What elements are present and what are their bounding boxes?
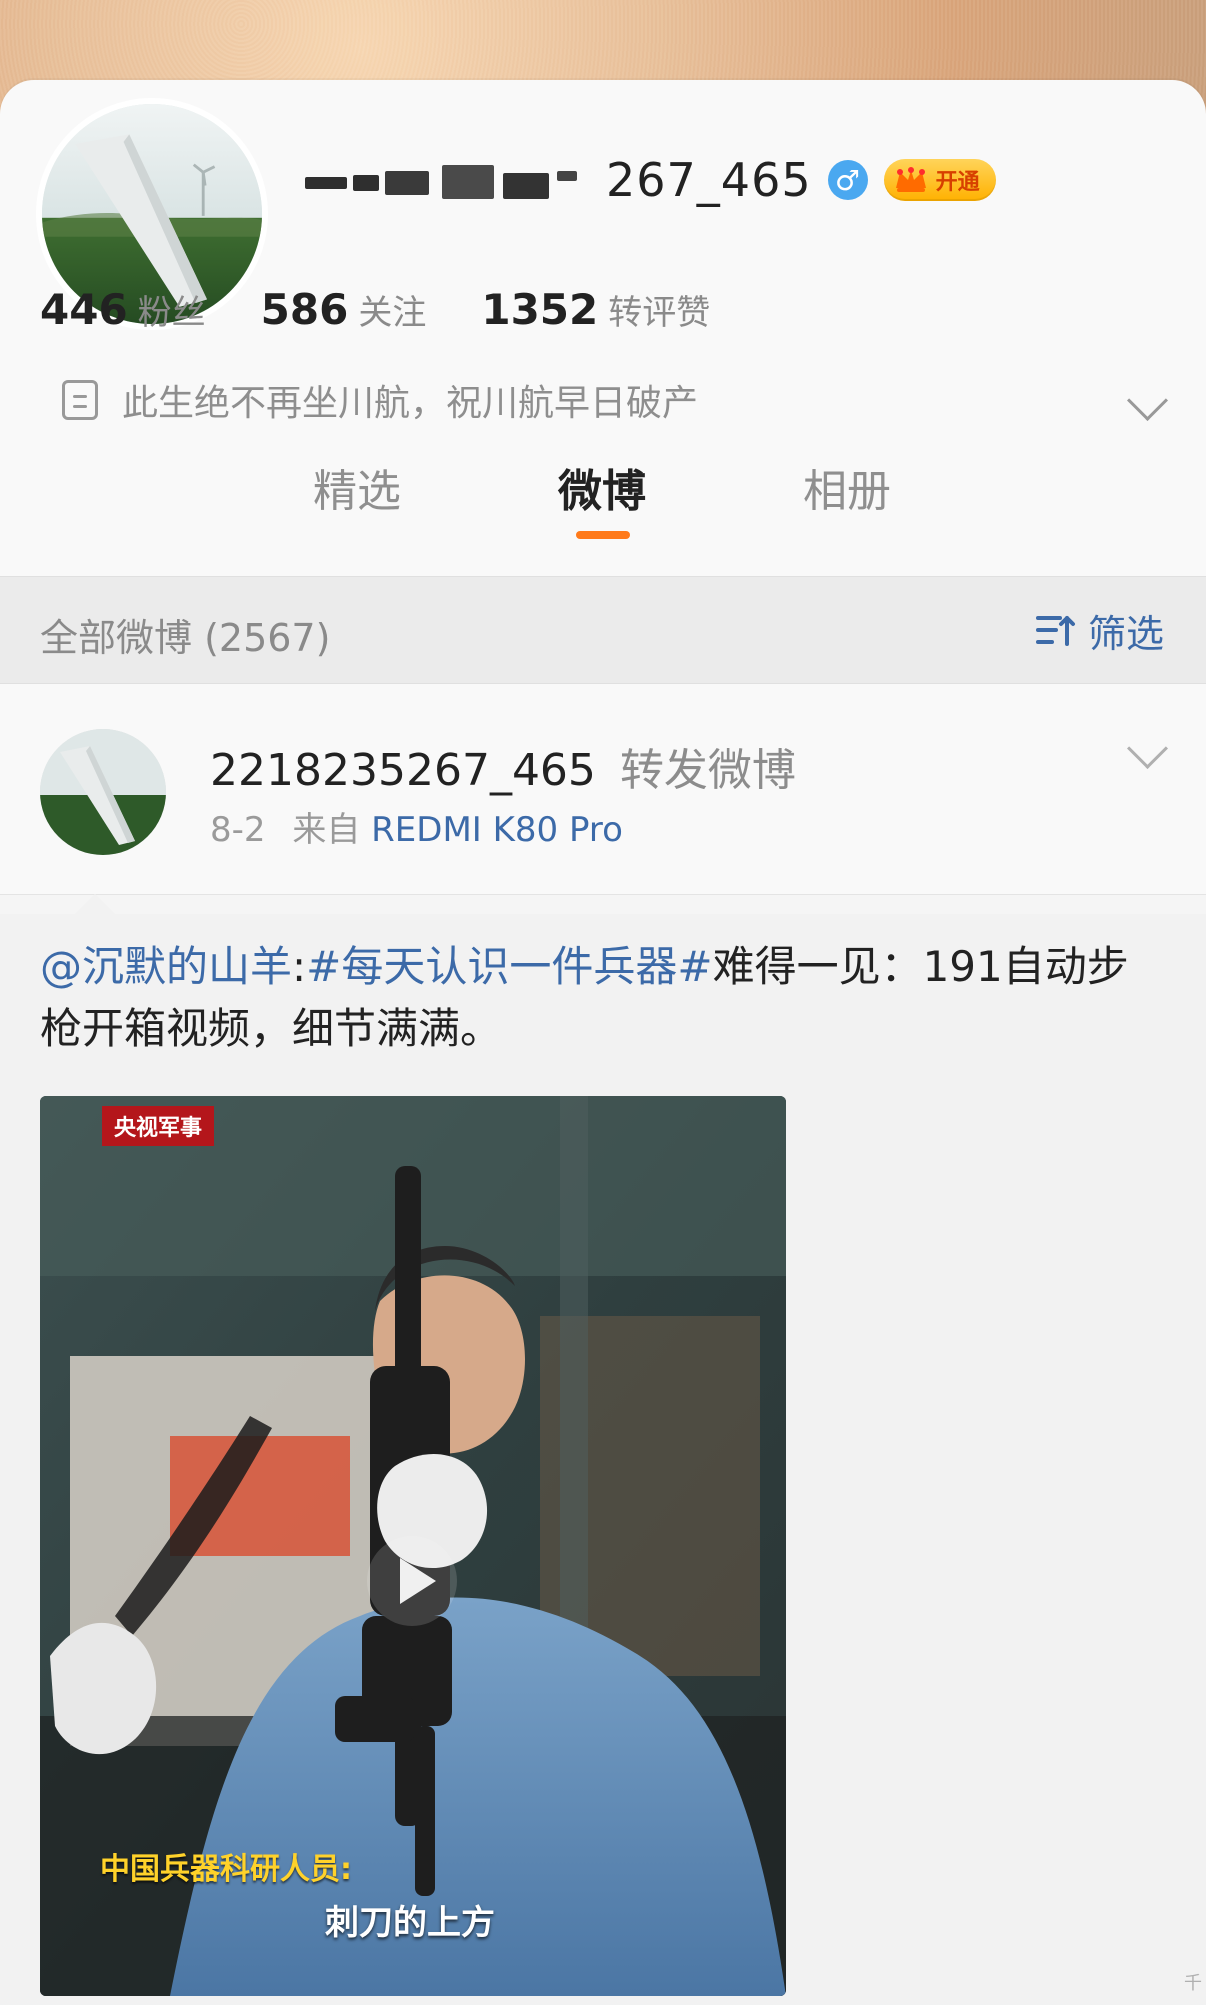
post-date: 8-2 [210,810,266,850]
obscured-name-segment [305,159,590,201]
profile-card: 267_465 ♂ 开通 446 粉丝 586 关注 1352 转评赞 此生绝不… [0,80,1206,576]
crown-icon [894,166,928,194]
video-logo: 央视军事 [102,1106,215,1146]
profile-name-suffix: 267_465 [606,153,812,207]
profile-tabs: 精选 微博 相册 [0,455,1206,540]
avatar-image-small [40,729,166,855]
play-icon[interactable] [367,1536,457,1626]
repost-text: @沉默的山羊:#每天认识一件兵器#难得一见：191自动步枪开箱视频，细节满满。 [40,936,1160,1060]
post-user-line: 2218235267_465 转发微博 [210,734,796,798]
interactions-stat[interactable]: 1352 转评赞 [481,285,710,334]
all-posts-count: 全部微博 (2567) [40,616,331,660]
chevron-down-icon[interactable] [1126,379,1169,421]
following-stat[interactable]: 586 关注 [261,285,427,334]
post-device[interactable]: REDMI K80 Pro [371,810,623,850]
male-gender-icon: ♂ [827,160,868,200]
filter-button[interactable]: 筛选 [1034,603,1164,658]
video-subtitle-line1: 中国兵器科研人员: [100,1852,352,1887]
active-tab-indicator [576,531,630,539]
profile-stats: 446 粉丝 586 关注 1352 转评赞 [40,285,710,334]
tab-featured[interactable]: 精选 [313,455,401,519]
interactions-label: 转评赞 [608,293,711,333]
video-thumbnail[interactable]: 央视军事 中国兵器科研人员: 刺刀的上方 [40,1096,786,1996]
repost-body: @沉默的山羊:#每天认识一件兵器#难得一见：191自动步枪开箱视频，细节满满。 [0,914,1206,2005]
profile-name-row: 267_465 ♂ 开通 [305,145,996,215]
tab-weibo[interactable]: 微博 [558,455,646,519]
hashtag-link[interactable]: #每天认识一件兵器# [306,942,712,991]
profile-bio-row[interactable]: 此生绝不再坐川航，祝川航早日破产 [62,370,1172,430]
vip-open-label: 开通 [935,170,980,195]
document-icon [62,380,98,420]
profile-bio: 此生绝不再坐川航，祝川航早日破产 [122,383,699,424]
followers-count: 446 [40,285,128,334]
post-avatar[interactable] [40,729,166,855]
following-count: 586 [260,285,349,334]
filter-label: 筛选 [1087,612,1164,656]
chevron-down-icon[interactable] [1126,727,1169,770]
repost-pointer [75,894,115,914]
vip-open-button[interactable]: 开通 [883,159,996,201]
tab-album[interactable]: 相册 [803,455,891,519]
mention-colon: : [292,942,307,991]
filter-icon [1035,615,1075,646]
followers-label: 粉丝 [137,293,206,333]
mention-link[interactable]: @沉默的山羊 [40,942,292,991]
post-header: 2218235267_465 转发微博 8-2 来自 REDMI K80 Pro [0,684,1206,895]
post-meta: 8-2 来自 REDMI K80 Pro [210,802,623,851]
followers-stat[interactable]: 446 粉丝 [40,285,206,334]
following-label: 关注 [358,293,427,333]
video-subtitle-line2: 刺刀的上方 [325,1903,495,1943]
post-username[interactable]: 2218235267_465 [210,745,596,796]
post-source-prefix: 来自 [292,810,361,850]
posts-subheader: 全部微博 (2567) 筛选 [0,576,1206,684]
post-action: 转发微博 [619,745,796,796]
corner-mark: 千 [1184,1973,1202,1994]
interactions-count: 1352 [481,285,599,334]
